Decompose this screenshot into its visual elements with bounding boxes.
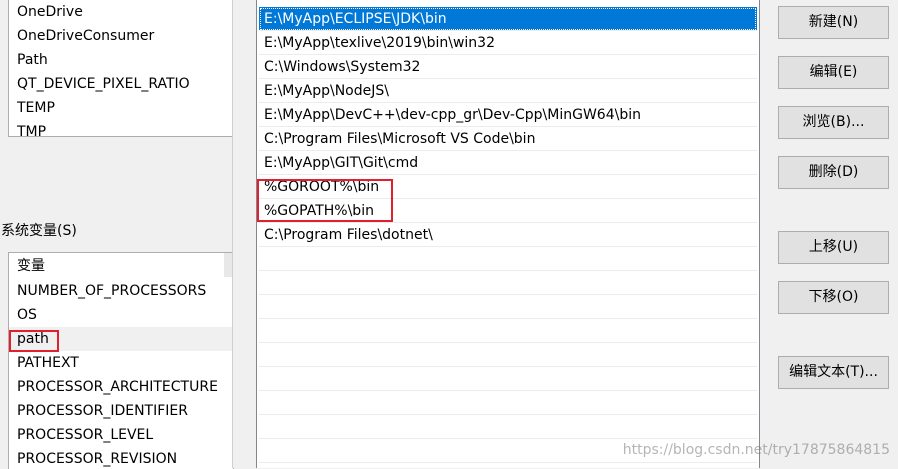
- new-button[interactable]: 新建(N): [778, 6, 889, 39]
- path-entry[interactable]: C:\Program Files\Microsoft VS Code\bin: [259, 127, 757, 151]
- path-entry-empty[interactable]: [259, 247, 757, 271]
- system-var-item[interactable]: OS: [9, 303, 233, 327]
- delete-button[interactable]: 删除(D): [778, 156, 889, 189]
- system-var-item[interactable]: PROCESSOR_REVISION: [9, 447, 233, 469]
- watermark-text: https://blog.csdn.net/try17875864815: [622, 442, 890, 458]
- path-entry-empty[interactable]: [259, 319, 757, 343]
- path-entry-empty[interactable]: [259, 415, 757, 439]
- user-var-item[interactable]: Path: [9, 48, 233, 72]
- user-var-item[interactable]: OneDrive: [9, 0, 233, 24]
- edit-button[interactable]: 编辑(E): [778, 56, 889, 89]
- path-entry[interactable]: C:\Program Files\dotnet\: [259, 223, 757, 247]
- path-entry[interactable]: E:\MyApp\texlive\2019\bin\win32: [259, 31, 757, 55]
- path-entry-empty[interactable]: [259, 367, 757, 391]
- user-var-item[interactable]: OneDriveConsumer: [9, 24, 233, 48]
- system-var-item[interactable]: NUMBER_OF_PROCESSORS: [9, 279, 233, 303]
- system-var-item[interactable]: PROCESSOR_IDENTIFIER: [9, 399, 233, 423]
- go-paths-highlight: [257, 179, 393, 222]
- path-entry[interactable]: E:\MyApp\GIT\Git\cmd: [259, 151, 757, 175]
- move-up-button[interactable]: 上移(U): [778, 231, 889, 264]
- system-var-item[interactable]: PROCESSOR_LEVEL: [9, 423, 233, 447]
- edit-text-button[interactable]: 编辑文本(T)...: [778, 356, 889, 389]
- path-entry[interactable]: E:\MyApp\DevC++\dev-cpp_gr\Dev-Cpp\MinGW…: [259, 103, 757, 127]
- browse-button[interactable]: 浏览(B)...: [778, 106, 889, 139]
- path-entry-empty[interactable]: [259, 271, 757, 295]
- system-var-item[interactable]: PROCESSOR_ARCHITECTURE: [9, 375, 233, 399]
- system-variables-list[interactable]: 变量 NUMBER_OF_PROCESSORS OS path PATHEXT …: [8, 252, 234, 469]
- user-var-item[interactable]: TMP: [9, 120, 233, 136]
- path-variable-highlight: [9, 330, 59, 352]
- path-entry-selected[interactable]: E:\MyApp\ECLIPSE\JDK\bin: [259, 7, 757, 31]
- path-entry-empty[interactable]: [259, 343, 757, 367]
- system-vars-scrollbar[interactable]: [224, 253, 232, 277]
- path-entries-list[interactable]: E:\MyApp\ECLIPSE\JDK\bin E:\MyApp\texliv…: [256, 0, 760, 468]
- user-var-item[interactable]: QT_DEVICE_PIXEL_RATIO: [9, 72, 233, 96]
- user-variables-list[interactable]: OneDrive OneDriveConsumer Path QT_DEVICE…: [8, 0, 234, 137]
- path-entry-empty[interactable]: [259, 391, 757, 415]
- path-entry[interactable]: C:\Windows\System32: [259, 55, 757, 79]
- path-entry[interactable]: E:\MyApp\NodeJS\: [259, 79, 757, 103]
- path-entry-empty[interactable]: [259, 295, 757, 319]
- user-var-item[interactable]: TEMP: [9, 96, 233, 120]
- move-down-button[interactable]: 下移(O): [778, 281, 889, 314]
- system-variables-label: 系统变量(S): [1, 223, 77, 239]
- system-var-item[interactable]: PATHEXT: [9, 351, 233, 375]
- system-vars-column-header[interactable]: 变量: [9, 253, 233, 279]
